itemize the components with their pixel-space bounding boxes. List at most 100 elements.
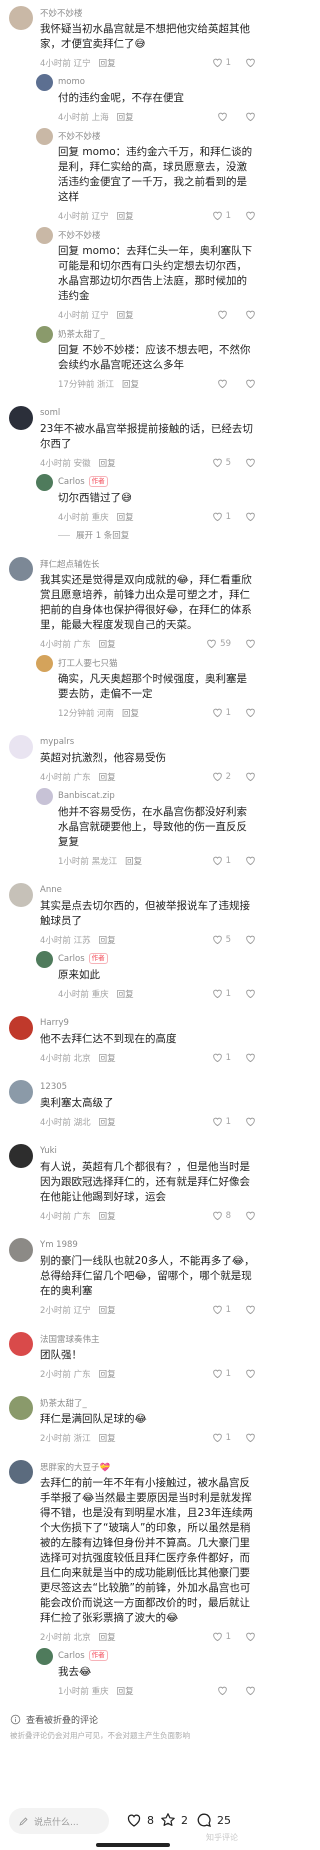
reply-button[interactable]: 回复: [117, 309, 134, 321]
comment-username[interactable]: 不妙不妙楼: [40, 7, 83, 19]
comment-like-button[interactable]: 1: [212, 1116, 231, 1127]
reply-button[interactable]: 回复: [99, 1052, 116, 1064]
reply-button[interactable]: 回复: [117, 511, 134, 523]
comment-dislike-button[interactable]: [245, 988, 256, 999]
avatar[interactable]: [9, 735, 33, 759]
reply-button[interactable]: 回复: [117, 111, 134, 123]
comment-dislike-button[interactable]: [245, 1368, 256, 1379]
reply-button[interactable]: 回复: [99, 57, 116, 69]
comment-like-button[interactable]: 5: [212, 457, 231, 468]
avatar[interactable]: [9, 883, 33, 907]
comment-username[interactable]: 奶茶太甜了_: [40, 1397, 87, 1409]
comment-username[interactable]: Anne: [40, 885, 62, 895]
comment-like-button[interactable]: 1: [212, 988, 231, 999]
avatar[interactable]: [9, 1460, 33, 1484]
comment-username[interactable]: 不妙不妙楼: [58, 130, 101, 142]
comment-username[interactable]: Carlos: [58, 477, 85, 487]
avatar[interactable]: [36, 474, 53, 491]
avatar[interactable]: [9, 1332, 33, 1356]
avatar[interactable]: [9, 1396, 33, 1420]
reply-button[interactable]: 回复: [99, 1368, 116, 1380]
comment-username[interactable]: 思胖家的大豆子💝: [40, 1461, 110, 1473]
comment-dislike-button[interactable]: [245, 457, 256, 468]
avatar[interactable]: [36, 1648, 53, 1665]
avatar[interactable]: [9, 1144, 33, 1168]
comment-dislike-button[interactable]: [245, 1685, 256, 1696]
comment-like-button[interactable]: [217, 378, 231, 389]
comment-input[interactable]: 说点什么...: [9, 1808, 109, 1834]
reply-button[interactable]: 回复: [117, 988, 134, 1000]
reply-button[interactable]: 回复: [117, 1685, 134, 1697]
star-button[interactable]: 2: [160, 1812, 188, 1828]
comment-like-button[interactable]: [217, 1685, 231, 1696]
comment-dislike-button[interactable]: [245, 1631, 256, 1642]
comment-username[interactable]: 12305: [40, 1082, 67, 1092]
comment-username[interactable]: 打工人要七只猫: [58, 657, 118, 669]
avatar[interactable]: [9, 1080, 33, 1104]
comment-dislike-button[interactable]: [245, 57, 256, 68]
reply-button[interactable]: 回复: [99, 934, 116, 946]
comment-like-button[interactable]: 1: [212, 57, 231, 68]
comment-like-button[interactable]: 5: [212, 934, 231, 945]
reply-button[interactable]: 回复: [99, 457, 116, 469]
comment-dislike-button[interactable]: [245, 1432, 256, 1443]
comment-username[interactable]: Yuki: [40, 1146, 57, 1156]
comment-like-button[interactable]: 1: [212, 855, 231, 866]
comment-username[interactable]: soml: [40, 408, 60, 418]
comment-like-button[interactable]: 1: [212, 1052, 231, 1063]
reply-button[interactable]: 回复: [99, 1210, 116, 1222]
comment-username[interactable]: mypalrs: [40, 737, 74, 747]
comment-username[interactable]: Banbiscat.zip: [58, 791, 115, 801]
comment-dislike-button[interactable]: [245, 855, 256, 866]
comment-dislike-button[interactable]: [245, 1304, 256, 1315]
comment-dislike-button[interactable]: [245, 210, 256, 221]
comment-username[interactable]: 拜仁超点辅佐长: [40, 558, 100, 570]
avatar[interactable]: [36, 227, 53, 244]
comment-username[interactable]: 奶茶太甜了_: [58, 328, 105, 340]
reply-button[interactable]: 回复: [125, 855, 142, 867]
comment-like-button[interactable]: 1: [212, 1631, 231, 1642]
comment-like-button[interactable]: 1: [212, 1304, 231, 1315]
reply-button[interactable]: 回复: [99, 1304, 116, 1316]
comment-like-button[interactable]: 8: [212, 1210, 231, 1221]
comment-dislike-button[interactable]: [245, 707, 256, 718]
comment-like-button[interactable]: 1: [212, 210, 231, 221]
reply-button[interactable]: 回复: [99, 638, 116, 650]
comment-like-button[interactable]: 1: [212, 511, 231, 522]
expand-replies-button[interactable]: 展开 1 条回复: [0, 523, 266, 541]
reply-button[interactable]: 回复: [99, 1432, 116, 1444]
comment-username[interactable]: 不妙不妙楼: [58, 229, 101, 241]
comment-username[interactable]: Carlos: [58, 954, 85, 964]
comment-username[interactable]: Harry9: [40, 1018, 69, 1028]
avatar[interactable]: [9, 557, 33, 581]
reply-button[interactable]: 回复: [99, 1631, 116, 1643]
comment-dislike-button[interactable]: [245, 309, 256, 320]
comment-dislike-button[interactable]: [245, 1116, 256, 1127]
avatar[interactable]: [36, 128, 53, 145]
folded-comments-link[interactable]: 查看被折叠的评论: [0, 1697, 266, 1726]
avatar[interactable]: [36, 951, 53, 968]
reply-button[interactable]: 回复: [99, 771, 116, 783]
comment-like-button[interactable]: 1: [212, 1368, 231, 1379]
comment-dislike-button[interactable]: [245, 934, 256, 945]
comment-like-button[interactable]: [217, 309, 231, 320]
reply-button[interactable]: 回复: [117, 210, 134, 222]
reply-button[interactable]: 回复: [99, 1116, 116, 1128]
comment-like-button[interactable]: 59: [206, 638, 231, 649]
comment-dislike-button[interactable]: [245, 771, 256, 782]
avatar[interactable]: [9, 1016, 33, 1040]
comment-dislike-button[interactable]: [245, 111, 256, 122]
avatar[interactable]: [9, 406, 33, 430]
comment-username[interactable]: momo: [58, 77, 85, 87]
comment-username[interactable]: 法国雷球奏伟主: [40, 1333, 100, 1345]
like-button[interactable]: 8: [126, 1812, 154, 1828]
avatar[interactable]: [36, 788, 53, 805]
comment-like-button[interactable]: [217, 111, 231, 122]
comment-button[interactable]: 25: [196, 1812, 231, 1828]
comment-dislike-button[interactable]: [245, 511, 256, 522]
comment-dislike-button[interactable]: [245, 1052, 256, 1063]
comment-dislike-button[interactable]: [245, 638, 256, 649]
avatar[interactable]: [9, 1238, 33, 1262]
avatar[interactable]: [36, 655, 53, 672]
comment-like-button[interactable]: 1: [212, 1432, 231, 1443]
